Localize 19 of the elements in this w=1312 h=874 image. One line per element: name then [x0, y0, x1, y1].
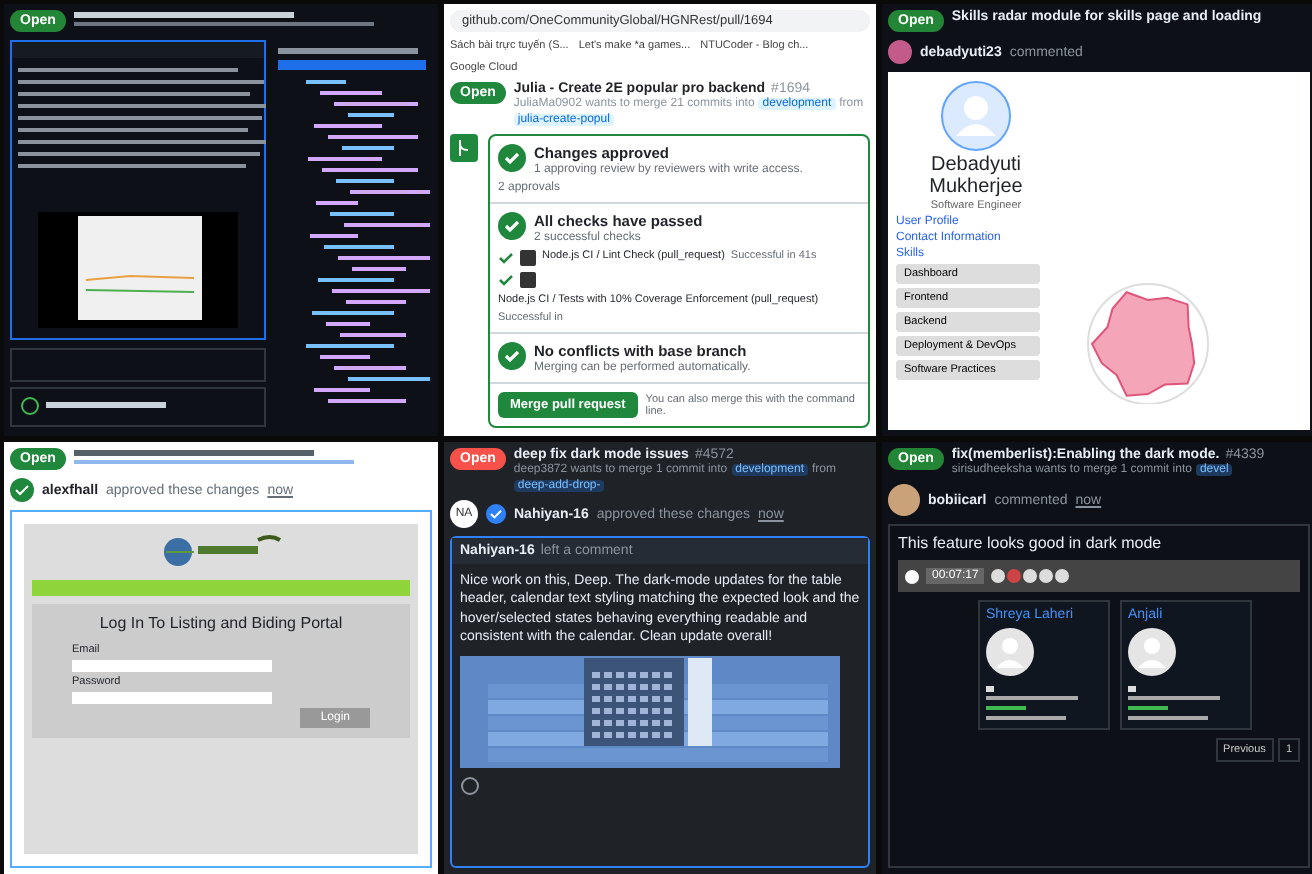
user-avatar [888, 484, 920, 516]
check-circle-icon [498, 212, 526, 240]
login-title: Log In To Listing and Biding Portal [99, 614, 343, 632]
logo-drawing [161, 532, 281, 572]
merge-icon [450, 134, 478, 162]
check-circle-icon [10, 478, 34, 502]
comment-text: This feature looks good in dark mode [898, 534, 1164, 552]
avatar-placeholder-icon [940, 80, 1012, 152]
check-circle-icon [498, 342, 526, 370]
check-circle-icon [498, 144, 526, 172]
profile-name: Debadyuti Mukherjee [927, 154, 1025, 198]
input-field[interactable] [72, 692, 272, 704]
avatar-placeholder-icon [1128, 628, 1176, 676]
input-field[interactable] [72, 660, 272, 672]
user-avatar [888, 40, 912, 64]
check-circle-icon [486, 504, 506, 524]
avatar-placeholder-icon [986, 628, 1034, 676]
toolbar-icons-drawing [990, 568, 1071, 584]
alarm-clock-icon [904, 566, 920, 586]
